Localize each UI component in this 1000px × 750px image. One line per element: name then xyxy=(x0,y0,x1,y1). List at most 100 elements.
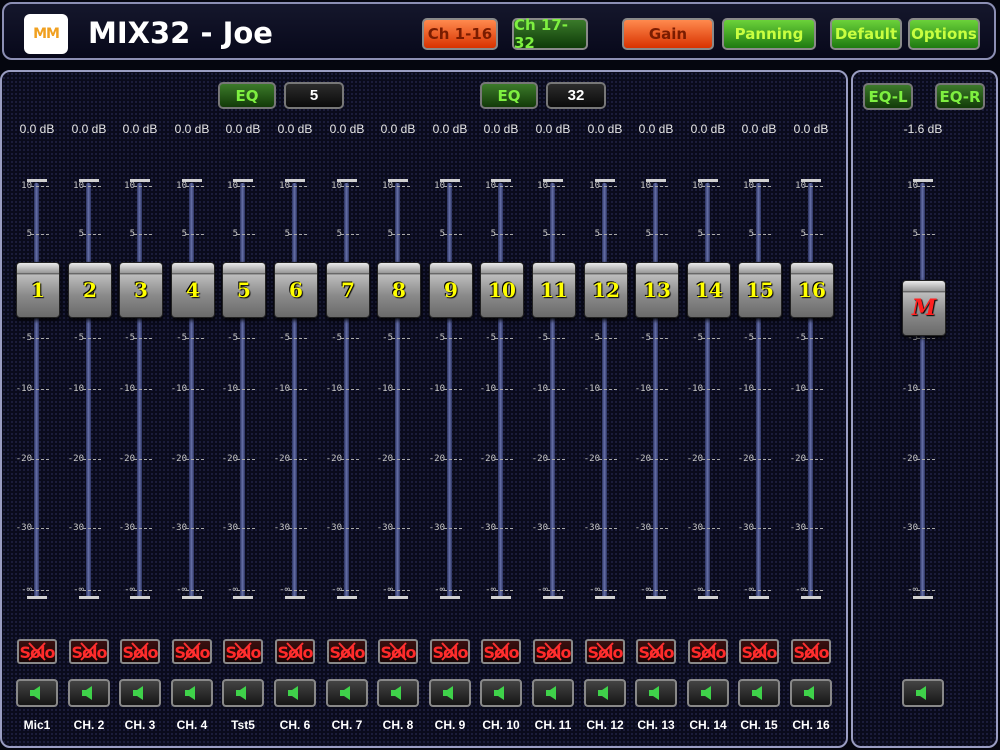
solo-button[interactable]: Solo xyxy=(275,639,315,664)
solo-button[interactable]: Solo xyxy=(533,639,573,664)
scale-label: -30 xyxy=(479,523,496,533)
fader-track[interactable] xyxy=(86,183,91,598)
mute-button[interactable] xyxy=(429,679,471,707)
fader-track[interactable] xyxy=(498,183,503,598)
scale-label: -10 xyxy=(273,384,290,394)
fader-track[interactable] xyxy=(602,183,607,598)
fader-track[interactable] xyxy=(550,183,555,598)
solo-button[interactable]: Solo xyxy=(481,639,521,664)
speaker-icon xyxy=(443,686,453,700)
solo-button[interactable]: Solo xyxy=(69,639,109,664)
solo-button[interactable]: Solo xyxy=(430,639,470,664)
scale-label: -20 xyxy=(118,454,135,464)
fader-knob[interactable]: 7 xyxy=(326,262,370,318)
speaker-icon xyxy=(340,686,350,700)
solo-button[interactable]: Solo xyxy=(636,639,676,664)
fader-knob[interactable]: 5 xyxy=(222,262,266,318)
mute-button[interactable] xyxy=(738,679,780,707)
master-mute-button[interactable] xyxy=(902,679,944,707)
speaker-icon xyxy=(916,686,926,700)
fader-track[interactable] xyxy=(705,183,710,598)
fader-track[interactable] xyxy=(808,183,813,598)
cross-icon xyxy=(750,642,768,661)
scale-label: -20 xyxy=(531,454,548,464)
mute-button[interactable] xyxy=(532,679,574,707)
master-fader-track[interactable] xyxy=(920,183,925,598)
solo-button[interactable]: Solo xyxy=(585,639,625,664)
mute-button[interactable] xyxy=(377,679,419,707)
mute-button[interactable] xyxy=(584,679,626,707)
master-strip: -1.6 dB 1050-5-10-20-30-∞ M xyxy=(897,0,949,750)
fader-track[interactable] xyxy=(189,183,194,598)
mute-button[interactable] xyxy=(16,679,58,707)
channel-number: 11 xyxy=(540,278,568,302)
fader-bottom-cap xyxy=(801,596,821,599)
speaker-icon xyxy=(546,686,556,700)
mute-button[interactable] xyxy=(274,679,316,707)
fader-knob[interactable]: 9 xyxy=(429,262,473,318)
fader-track[interactable] xyxy=(653,183,658,598)
mute-button[interactable] xyxy=(171,679,213,707)
mute-button[interactable] xyxy=(119,679,161,707)
speaker-icon xyxy=(598,686,608,700)
mute-button[interactable] xyxy=(480,679,522,707)
cross-icon xyxy=(80,642,98,661)
scale-label: -30 xyxy=(634,523,651,533)
fader-track[interactable] xyxy=(292,183,297,598)
channel-number: 7 xyxy=(341,278,355,302)
fader-bottom-cap xyxy=(130,596,150,599)
fader-knob[interactable]: 8 xyxy=(377,262,421,318)
master-fader-label: M xyxy=(911,295,937,321)
fader-bottom-cap xyxy=(749,596,769,599)
fader-track[interactable] xyxy=(344,183,349,598)
solo-button[interactable]: Solo xyxy=(378,639,418,664)
fader-knob[interactable]: 10 xyxy=(480,262,524,318)
fader-track[interactable] xyxy=(34,183,39,598)
mute-button[interactable] xyxy=(687,679,729,707)
mute-button[interactable] xyxy=(790,679,832,707)
mute-button[interactable] xyxy=(222,679,264,707)
fader-track[interactable] xyxy=(447,183,452,598)
solo-button[interactable]: Solo xyxy=(172,639,212,664)
mute-button[interactable] xyxy=(326,679,368,707)
fader-knob[interactable]: 6 xyxy=(274,262,318,318)
solo-button[interactable]: Solo xyxy=(791,639,831,664)
speaker-icon xyxy=(288,686,298,700)
scale-label: -30 xyxy=(376,523,393,533)
scale-label: -10 xyxy=(583,384,600,394)
fader-knob[interactable]: 2 xyxy=(68,262,112,318)
fader-knob[interactable]: 11 xyxy=(532,262,576,318)
master-fader-knob[interactable]: M xyxy=(902,280,946,336)
channel-number: 4 xyxy=(186,278,200,302)
fader-knob[interactable]: 4 xyxy=(171,262,215,318)
fader-knob[interactable]: 16 xyxy=(790,262,834,318)
mute-button[interactable] xyxy=(68,679,110,707)
solo-button[interactable]: Solo xyxy=(327,639,367,664)
solo-button[interactable]: Solo xyxy=(223,639,263,664)
scale-label: -10 xyxy=(170,384,187,394)
scale-label: -20 xyxy=(428,454,445,464)
solo-button[interactable]: Solo xyxy=(739,639,779,664)
fader-track[interactable] xyxy=(756,183,761,598)
fader-knob[interactable]: 13 xyxy=(635,262,679,318)
cross-icon xyxy=(28,642,46,661)
fader-knob[interactable]: 15 xyxy=(738,262,782,318)
fader-track[interactable] xyxy=(240,183,245,598)
channel-strip: 0.0 dB 10 5 0 -5 -10 -20 -30 -∞ 9 Solo xyxy=(424,0,476,750)
channel-number: 1 xyxy=(31,278,45,302)
mute-button[interactable] xyxy=(635,679,677,707)
scale-label: -20 xyxy=(221,454,238,464)
fader-knob[interactable]: 12 xyxy=(584,262,628,318)
cross-icon xyxy=(234,642,252,661)
fader-track[interactable] xyxy=(395,183,400,598)
fader-knob[interactable]: 1 xyxy=(16,262,60,318)
default-button[interactable]: Default xyxy=(830,18,902,50)
channel-strip: 0.0 dB 10 5 0 -5 -10 -20 -30 -∞ 5 Solo xyxy=(217,0,269,750)
fader-knob[interactable]: 3 xyxy=(119,262,163,318)
fader-track[interactable] xyxy=(137,183,142,598)
solo-button[interactable]: Solo xyxy=(688,639,728,664)
solo-button[interactable]: Solo xyxy=(120,639,160,664)
solo-button[interactable]: Solo xyxy=(17,639,57,664)
fader-knob[interactable]: 14 xyxy=(687,262,731,318)
channel-strip: 0.0 dB 10 5 0 -5 -10 -20 -30 -∞ 7 Solo xyxy=(321,0,373,750)
